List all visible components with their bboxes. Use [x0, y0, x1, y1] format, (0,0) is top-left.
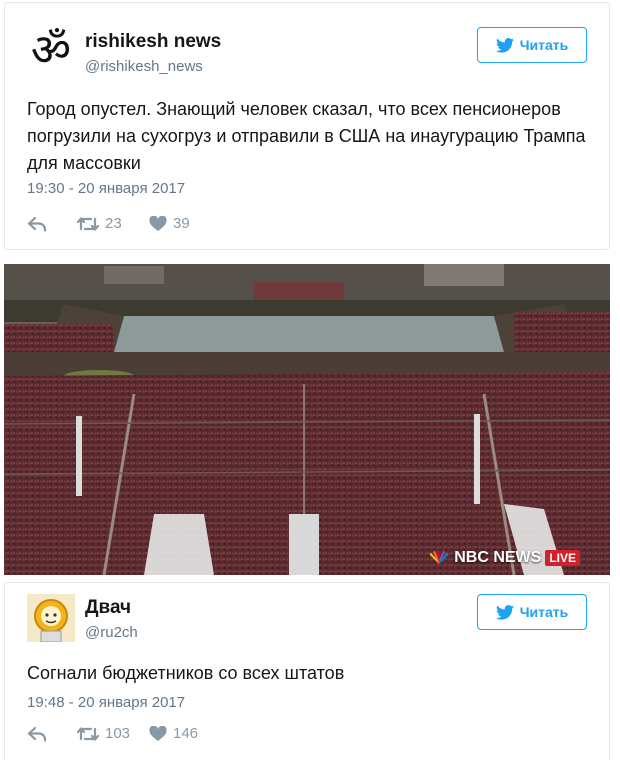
- reply-icon: [27, 216, 47, 232]
- tweet-card: Двач @ru2ch Читать Согнали бюджетников с…: [4, 582, 610, 760]
- tweet-text: Город опустел. Знающий человек сказал, ч…: [27, 99, 586, 173]
- twitter-bird-icon: [495, 604, 514, 620]
- astronaut-avatar-icon[interactable]: [27, 594, 75, 643]
- like-count: 146: [173, 725, 199, 742]
- author-handle[interactable]: @ru2ch: [85, 624, 138, 641]
- author-name[interactable]: rishikesh news: [85, 31, 221, 53]
- tweet-actions: 103 146: [27, 725, 229, 742]
- heart-icon: [149, 215, 167, 231]
- nbc-news-label: NBC NEWS: [454, 549, 542, 566]
- reply-icon: [27, 726, 47, 742]
- reply-button[interactable]: [27, 216, 77, 232]
- retweet-count: 103: [105, 725, 131, 742]
- like-count: 39: [173, 215, 190, 232]
- retweet-icon: [77, 726, 99, 741]
- reply-button[interactable]: [27, 726, 77, 742]
- like-button[interactable]: 39: [149, 215, 229, 232]
- like-button[interactable]: 146: [149, 725, 229, 742]
- retweet-button[interactable]: 23: [77, 215, 149, 232]
- author-name[interactable]: Двач: [85, 597, 131, 619]
- retweet-count: 23: [105, 215, 122, 232]
- tweet-actions: 23 39: [27, 215, 229, 232]
- inauguration-crowd-photo[interactable]: NBC NEWS LIVE: [4, 264, 610, 575]
- tweet-timestamp[interactable]: 19:30 - 20 января 2017: [27, 180, 185, 197]
- tweet-text: Согнали бюджетников со всех штатов: [27, 663, 345, 683]
- heart-icon: [149, 725, 167, 741]
- retweet-icon: [77, 216, 99, 231]
- author-handle[interactable]: @rishikesh_news: [85, 58, 203, 75]
- follow-label: Читать: [519, 604, 569, 620]
- nbc-news-watermark: NBC NEWS LIVE: [428, 549, 580, 567]
- twitter-bird-icon: [495, 37, 514, 53]
- tweet-timestamp[interactable]: 19:48 - 20 января 2017: [27, 694, 185, 711]
- svg-text:ॐ: ॐ: [31, 25, 71, 73]
- tweet-card: ॐ rishikesh news @rishikesh_news Читать …: [4, 2, 610, 250]
- follow-button[interactable]: Читать: [477, 594, 587, 630]
- retweet-button[interactable]: 103: [77, 725, 149, 742]
- om-symbol-icon[interactable]: ॐ: [27, 25, 75, 76]
- nbc-peacock-icon: [429, 551, 449, 564]
- live-badge: LIVE: [545, 550, 580, 566]
- follow-label: Читать: [519, 37, 569, 53]
- follow-button[interactable]: Читать: [477, 27, 587, 63]
